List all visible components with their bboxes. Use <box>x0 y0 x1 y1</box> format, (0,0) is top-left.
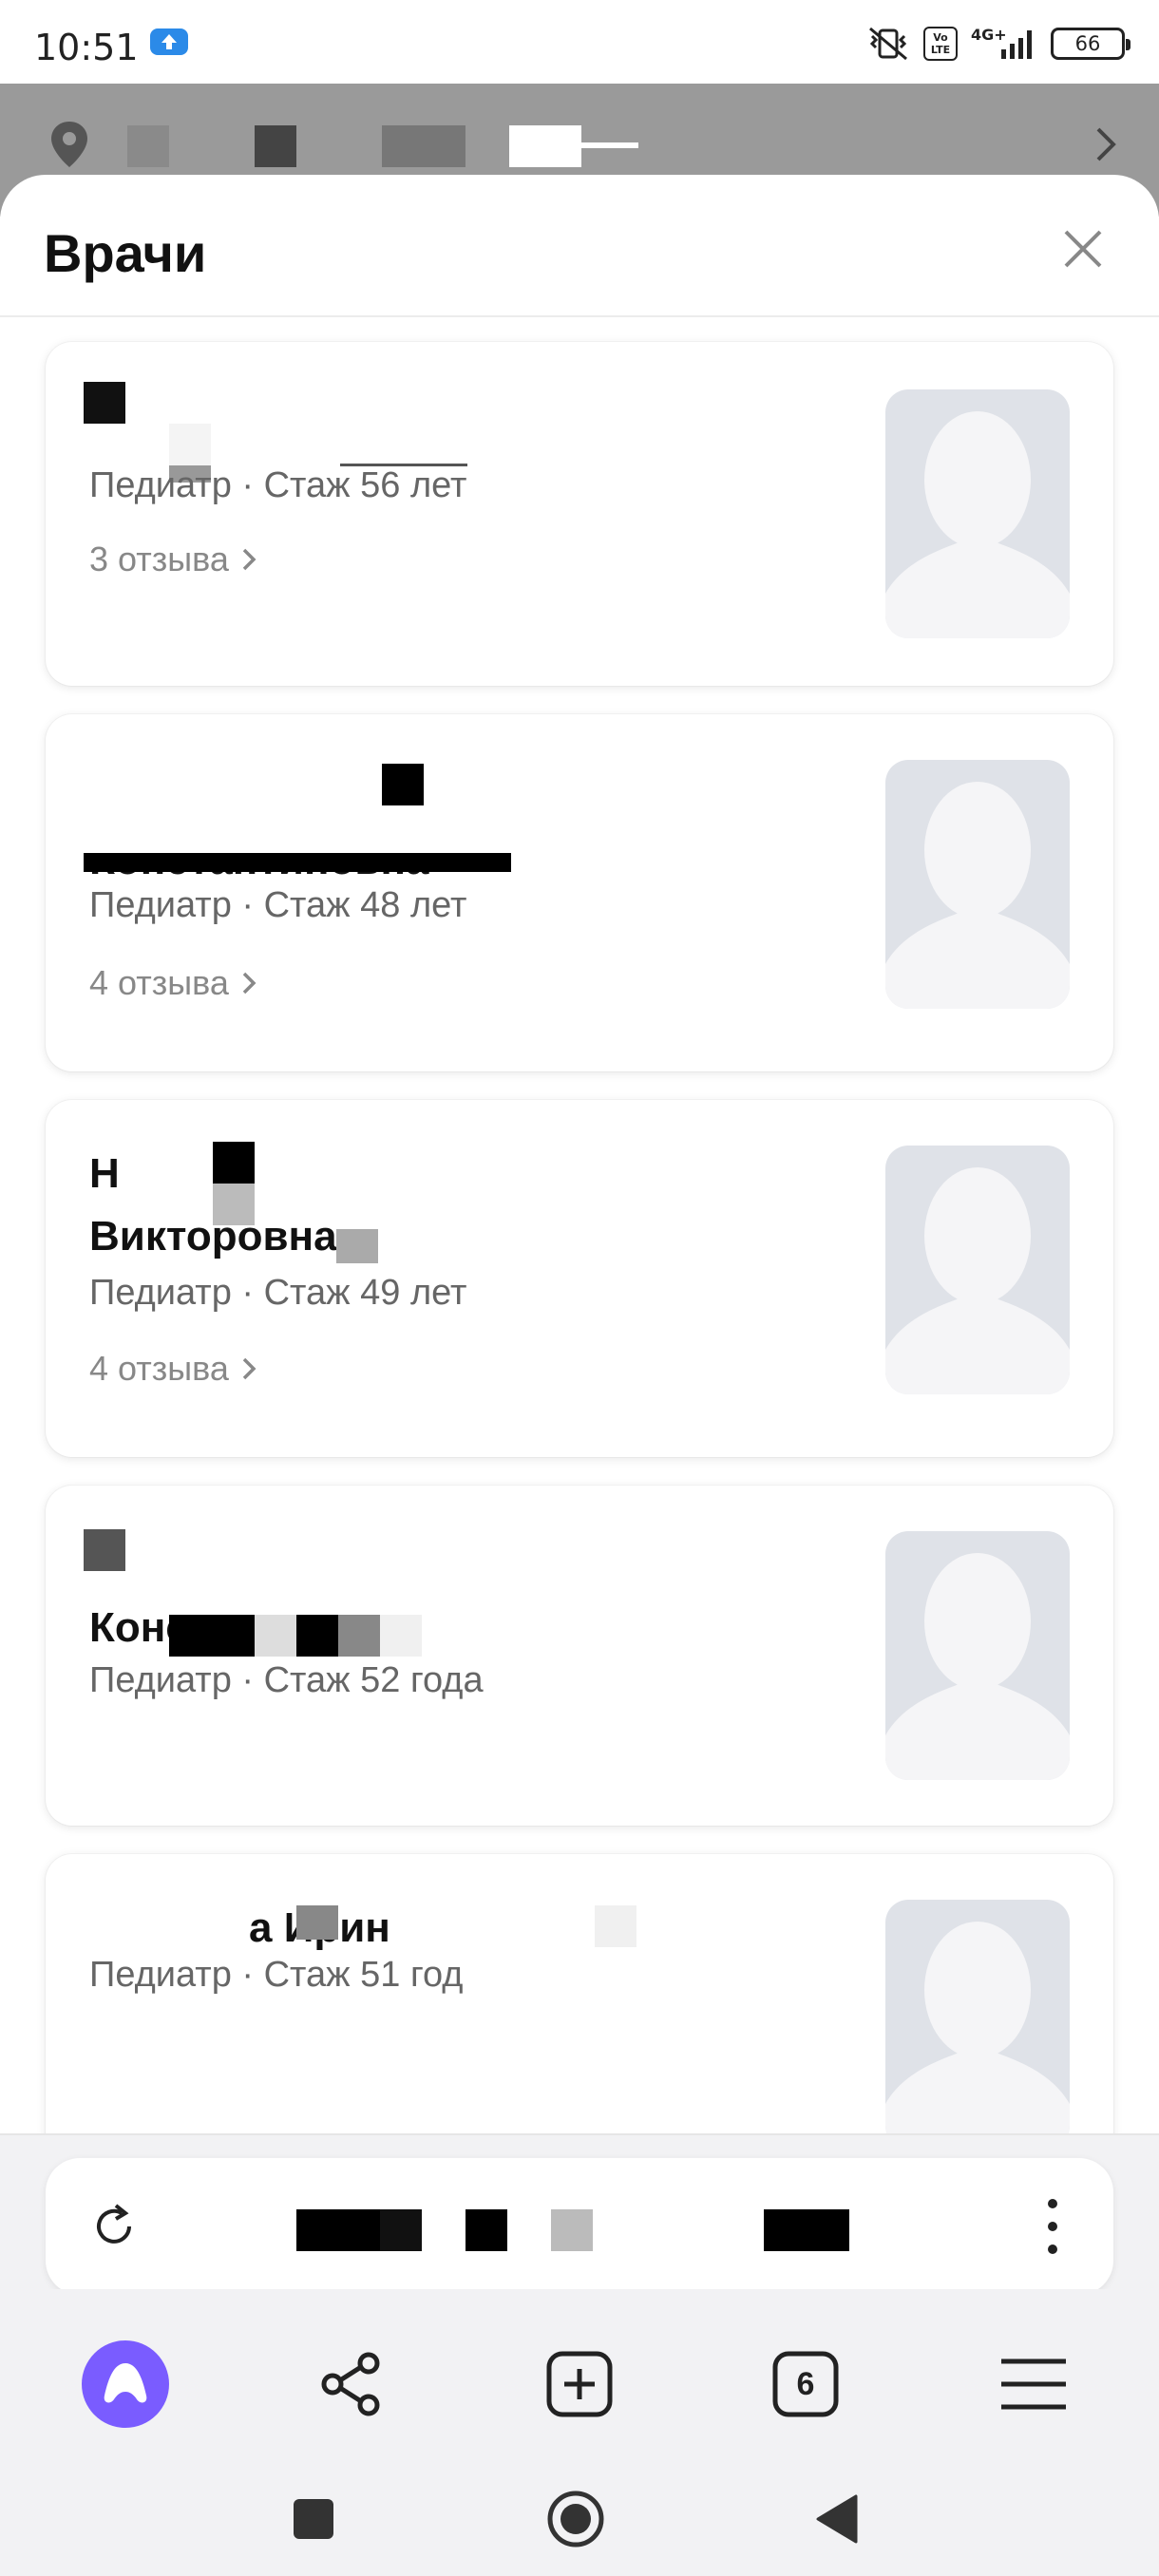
redacted-block <box>255 1615 296 1657</box>
reviews-label: 4 отзыва <box>89 1349 229 1388</box>
redacted-block <box>296 2209 380 2251</box>
tabs-count: 6 <box>796 2365 815 2402</box>
share-icon <box>321 2352 380 2416</box>
home-icon <box>547 2491 604 2548</box>
address-bar[interactable] <box>46 2158 1113 2295</box>
doctor-card[interactable]: Н Викторовна Педиатр · Стаж 49 лет 4 отз… <box>46 1100 1113 1457</box>
redacted-block <box>127 125 169 167</box>
sheet-title: Врачи <box>44 223 207 283</box>
share-button[interactable] <box>308 2340 395 2428</box>
back-button[interactable] <box>798 2481 874 2557</box>
doctor-meta: Педиатр · Стаж 56 лет <box>89 465 467 505</box>
redacted-block <box>336 1229 378 1263</box>
menu-icon <box>1001 2358 1066 2410</box>
status-bar: 10:51 Vo LTE 4G+ 66 <box>0 0 1159 84</box>
alice-icon <box>82 2340 169 2428</box>
reviews-link[interactable]: 4 отзыва <box>89 1349 259 1389</box>
redacted-block <box>338 1615 380 1657</box>
reviews-link[interactable]: 3 отзыва <box>89 540 259 579</box>
chevron-right-icon <box>242 548 256 571</box>
avatar-placeholder-icon <box>885 411 1070 638</box>
chevron-right-icon <box>242 1357 256 1380</box>
avatar-placeholder-icon <box>885 782 1070 1009</box>
reload-icon[interactable] <box>87 2200 141 2253</box>
doctor-meta: Педиатр · Стаж 51 год <box>89 1955 464 1995</box>
back-icon <box>816 2494 858 2544</box>
doctors-sheet: Врачи Педиатр · Стаж 56 лет 3 отзыва Кон… <box>0 175 1159 2133</box>
new-tab-icon <box>546 2351 613 2417</box>
doctor-card[interactable]: а Ирин Педиатр · Стаж 51 год <box>46 1854 1113 2133</box>
redacted-block <box>84 382 125 424</box>
redacted-block <box>466 2209 507 2251</box>
volte-icon: Vo LTE <box>923 27 958 61</box>
redacted-block <box>84 851 511 872</box>
new-tab-button[interactable] <box>536 2340 623 2428</box>
doctor-card[interactable]: Конста Педиатр · Стаж 52 года <box>46 1486 1113 1826</box>
redacted-block <box>509 125 581 167</box>
system-nav-bar <box>0 2460 1159 2576</box>
doctor-avatar <box>885 760 1070 1009</box>
cloud-upload-icon <box>150 28 188 55</box>
doctor-meta: Педиатр · Стаж 52 года <box>89 1660 484 1700</box>
redacted-block <box>169 1615 255 1657</box>
location-pin-icon <box>51 122 87 167</box>
battery-indicator: 66 <box>1051 28 1130 60</box>
reviews-label: 4 отзыва <box>89 963 229 1002</box>
close-icon[interactable] <box>1060 226 1106 272</box>
status-time: 10:51 <box>34 27 139 68</box>
avatar-placeholder-icon <box>885 1167 1070 1394</box>
redacted-block <box>764 2209 849 2251</box>
vibrate-off-icon <box>869 27 907 61</box>
browser-toolbar: 6 <box>0 2289 1159 2460</box>
signal-icon: 4G+ <box>971 25 1037 63</box>
reviews-label: 3 отзыва <box>89 540 229 578</box>
redacted-block <box>581 142 638 148</box>
redacted-block <box>382 764 424 805</box>
redacted-block <box>213 1142 255 1184</box>
recents-button[interactable] <box>276 2481 352 2557</box>
redacted-block <box>169 424 211 465</box>
doctor-avatar <box>885 1146 1070 1394</box>
avatar-placeholder-icon <box>885 1553 1070 1780</box>
doctor-meta: Педиатр · Стаж 49 лет <box>89 1273 467 1313</box>
redacted-block <box>595 1905 636 1947</box>
divider <box>0 315 1159 317</box>
redacted-block <box>84 1529 125 1571</box>
doctor-name: Викторовна <box>89 1213 337 1260</box>
home-button[interactable] <box>538 2481 614 2557</box>
redacted-block <box>296 1615 338 1657</box>
redacted-block <box>255 125 296 167</box>
menu-button[interactable] <box>990 2340 1077 2428</box>
tabs-button[interactable]: 6 <box>762 2340 849 2428</box>
recents-icon <box>294 2499 333 2539</box>
status-icons: Vo LTE 4G+ 66 <box>866 25 1130 63</box>
redacted-block <box>382 125 466 167</box>
alice-button[interactable] <box>82 2340 169 2428</box>
redacted-block <box>84 828 530 853</box>
doctor-avatar <box>885 1531 1070 1780</box>
doctor-meta: Педиатр · Стаж 48 лет <box>89 885 467 925</box>
doctor-avatar <box>885 1900 1070 2133</box>
doctor-avatar <box>885 389 1070 638</box>
redacted-block <box>380 1615 422 1657</box>
chevron-right-icon <box>242 972 256 994</box>
reviews-link[interactable]: 4 отзыва <box>89 963 259 1003</box>
redacted-block <box>380 2209 422 2251</box>
more-vertical-icon[interactable] <box>1043 2196 1062 2257</box>
doctor-card[interactable]: Педиатр · Стаж 56 лет 3 отзыва <box>46 342 1113 686</box>
doctor-card[interactable]: Константиновна Педиатр · Стаж 48 лет 4 о… <box>46 714 1113 1071</box>
avatar-placeholder-icon <box>885 1922 1070 2133</box>
doctor-name: Н <box>89 1150 120 1197</box>
redacted-block <box>551 2209 593 2251</box>
redacted-block <box>296 1905 338 1940</box>
chevron-right-icon[interactable] <box>1091 123 1121 165</box>
